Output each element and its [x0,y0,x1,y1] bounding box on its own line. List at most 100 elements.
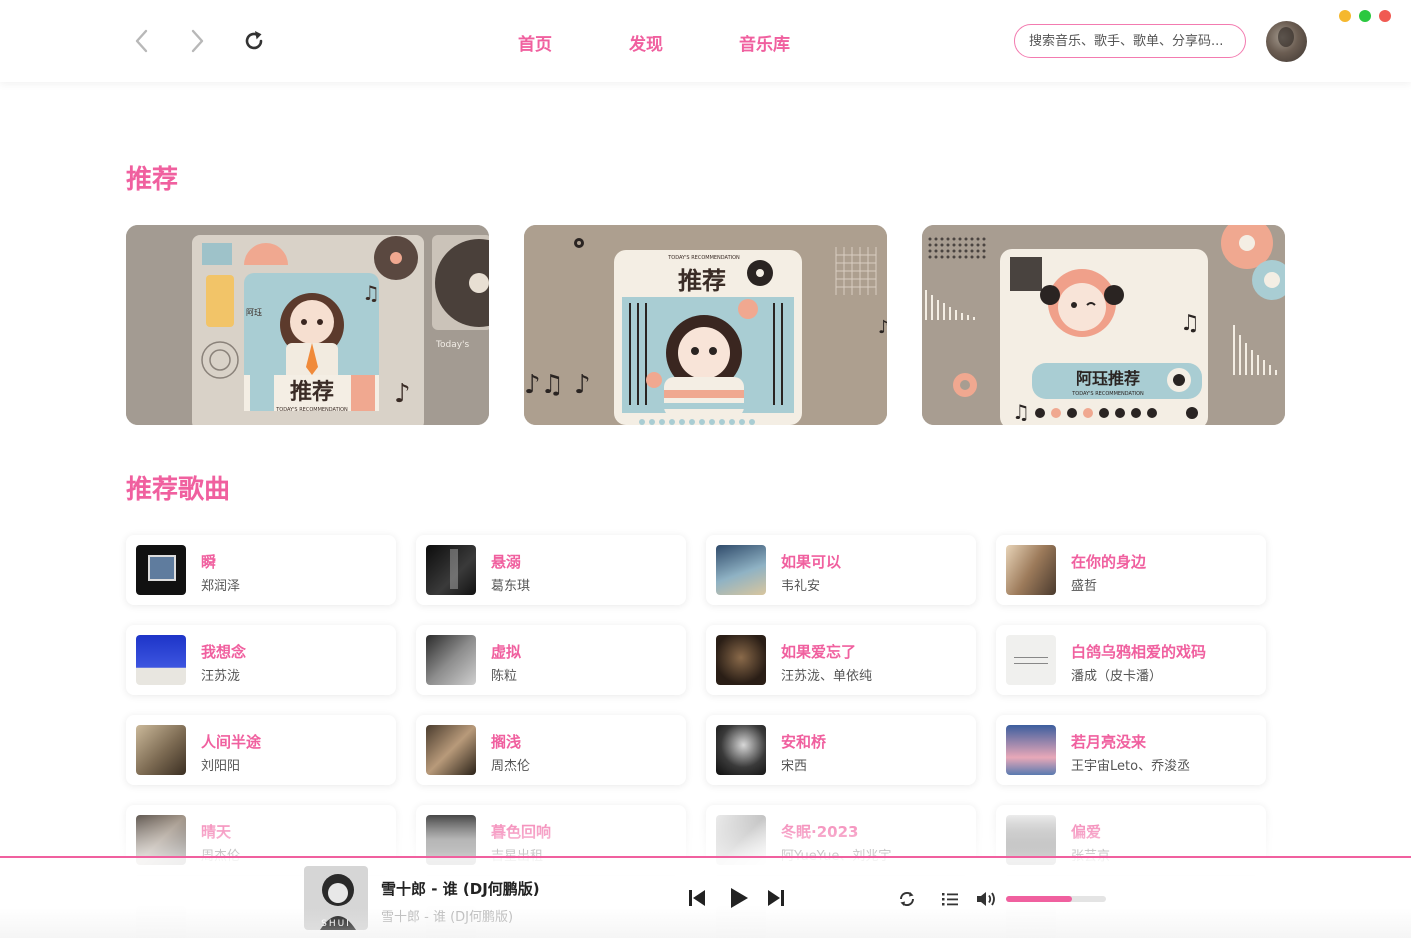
svg-text:♪: ♪ [574,370,591,400]
song-name: 暮色回响 [491,823,552,841]
recommend-title: 推荐 [126,165,179,195]
song-name: 如果爱忘了 [781,643,857,661]
song-card[interactable]: 虚拟 陈粒 [416,625,686,695]
skip-forward-icon [768,890,784,906]
forward-button[interactable] [180,24,214,58]
song-name: 悬溺 [491,553,522,571]
song-name: 白鸽乌鸦相爱的戏码 [1071,643,1207,661]
banner-card-3[interactable]: 阿珏推荐 TODAY'S RECOMMENDATION ♫ ♫ [922,225,1285,425]
search-input[interactable] [1014,24,1246,58]
song-card[interactable]: 在你的身边 盛哲 [996,535,1266,605]
loop-icon [899,891,915,907]
song-card[interactable]: 搁浅 周杰伦 [416,715,686,785]
song-cover [426,545,476,595]
song-cover [716,635,766,685]
banner-3-sub: TODAY'S RECOMMENDATION [1071,391,1144,397]
player-song-title: 雪十郎 - 谁 (DJ何鹏版) [381,880,540,898]
song-card[interactable]: 人间半途 刘阳阳 [126,715,396,785]
svg-text:♫: ♫ [1012,400,1030,424]
menu-discover[interactable]: 发现 [629,30,663,55]
player-cover-art: SHUI [304,866,368,930]
loop-button[interactable] [896,888,918,910]
song-name: 搁浅 [491,733,522,751]
banner-1-side-text: Today's [435,340,470,350]
play-icon [731,888,748,908]
play-button[interactable] [726,884,752,912]
song-cover [136,545,186,595]
song-cover [1006,635,1056,685]
player-bar: SHUI 雪十郎 - 谁 (DJ何鹏版) 雪十郎 - 谁 (DJ何鹏版) [0,856,1411,938]
song-card[interactable]: 我想念 汪苏泷 [126,625,396,695]
song-card[interactable]: 安和桥 宋西 [706,715,976,785]
song-name: 我想念 [201,643,247,661]
banner-image-1: 推荐 TODAY'S RECOMMENDATION Today's 阿珏 ♪ ♫ [126,225,489,425]
svg-text:♫: ♫ [1180,311,1200,336]
refresh-icon [245,31,263,50]
player-cover[interactable]: SHUI [304,866,368,930]
menu-library[interactable]: 音乐库 [739,30,790,55]
song-artist: 葛东琪 [491,579,531,594]
banner-1-tag: 阿珏 [246,308,262,317]
song-name: 冬眠·2023 [781,823,859,841]
banner-card-2[interactable]: ♪♫ ♪ TODAY'S RECOMMENDATION 推荐 ♪ [524,225,887,425]
songs-title: 推荐歌曲 [126,475,231,505]
banner-3-label: 阿珏推荐 [1076,369,1140,388]
song-card[interactable]: 悬溺 葛东琪 [416,535,686,605]
song-card[interactable]: 白鸽乌鸦相爱的戏码 潘成（皮卡潘） [996,625,1266,695]
song-name: 偏爱 [1071,823,1102,841]
refresh-button[interactable] [237,24,271,58]
svg-text:♪: ♪ [878,317,887,338]
player-song-subtitle: 雪十郎 - 谁 (DJ何鹏版) [381,910,514,925]
song-artist: 盛哲 [1071,579,1098,594]
song-artist: 王宇宙Leto、乔浚丞 [1071,759,1191,774]
previous-button[interactable] [685,886,709,910]
song-cover [136,725,186,775]
top-bar: 首页 发现 音乐库 [0,0,1411,82]
banner-1-label: 推荐 [290,379,334,405]
song-name: 人间半途 [201,733,262,751]
window-controls [1339,10,1391,22]
maximize-button[interactable] [1359,10,1371,22]
song-name: 若月亮没来 [1071,733,1147,751]
skip-back-icon [689,890,705,906]
song-artist: 汪苏泷、单依纯 [781,669,873,684]
minimize-button[interactable] [1339,10,1351,22]
song-artist: 韦礼安 [781,579,821,594]
song-cover [136,635,186,685]
playlist-button[interactable] [939,888,961,910]
song-cover [426,725,476,775]
player-cover-text: SHUI [321,919,351,929]
chevron-left-icon [135,29,148,53]
song-name: 虚拟 [491,643,522,661]
song-cover [1006,725,1056,775]
back-button[interactable] [125,24,159,58]
banner-image-3: 阿珏推荐 TODAY'S RECOMMENDATION ♫ ♫ [922,225,1285,425]
avatar[interactable] [1266,21,1307,62]
close-button[interactable] [1379,10,1391,22]
song-artist: 汪苏泷 [201,669,241,684]
song-name: 晴天 [201,823,232,841]
song-name: 如果可以 [781,553,842,571]
song-artist: 郑润泽 [201,579,241,594]
chevron-right-icon [191,29,204,53]
song-card[interactable]: 瞬 郑润泽 [126,535,396,605]
song-name: 安和桥 [781,733,827,751]
banner-image-2: ♪♫ ♪ TODAY'S RECOMMENDATION 推荐 ♪ [524,225,887,425]
volume-button[interactable] [974,887,1000,911]
menu-home[interactable]: 首页 [518,30,552,55]
song-card[interactable]: 如果爱忘了 汪苏泷、单依纯 [706,625,976,695]
song-cover [716,725,766,775]
song-cover [426,635,476,685]
song-card[interactable]: 如果可以 韦礼安 [706,535,976,605]
volume-slider[interactable] [1006,896,1106,902]
banner-1-sub: TODAY'S RECOMMENDATION [275,407,348,413]
song-artist: 陈粒 [491,669,518,684]
banner-2-label: 推荐 [678,267,726,295]
next-button[interactable] [764,886,788,910]
song-cover [716,545,766,595]
banner-card-1[interactable]: 推荐 TODAY'S RECOMMENDATION Today's 阿珏 ♪ ♫ [126,225,489,425]
song-cover [1006,545,1056,595]
volume-slider-fill [1006,896,1072,902]
song-name: 瞬 [201,553,217,571]
song-card[interactable]: 若月亮没来 王宇宙Leto、乔浚丞 [996,715,1266,785]
